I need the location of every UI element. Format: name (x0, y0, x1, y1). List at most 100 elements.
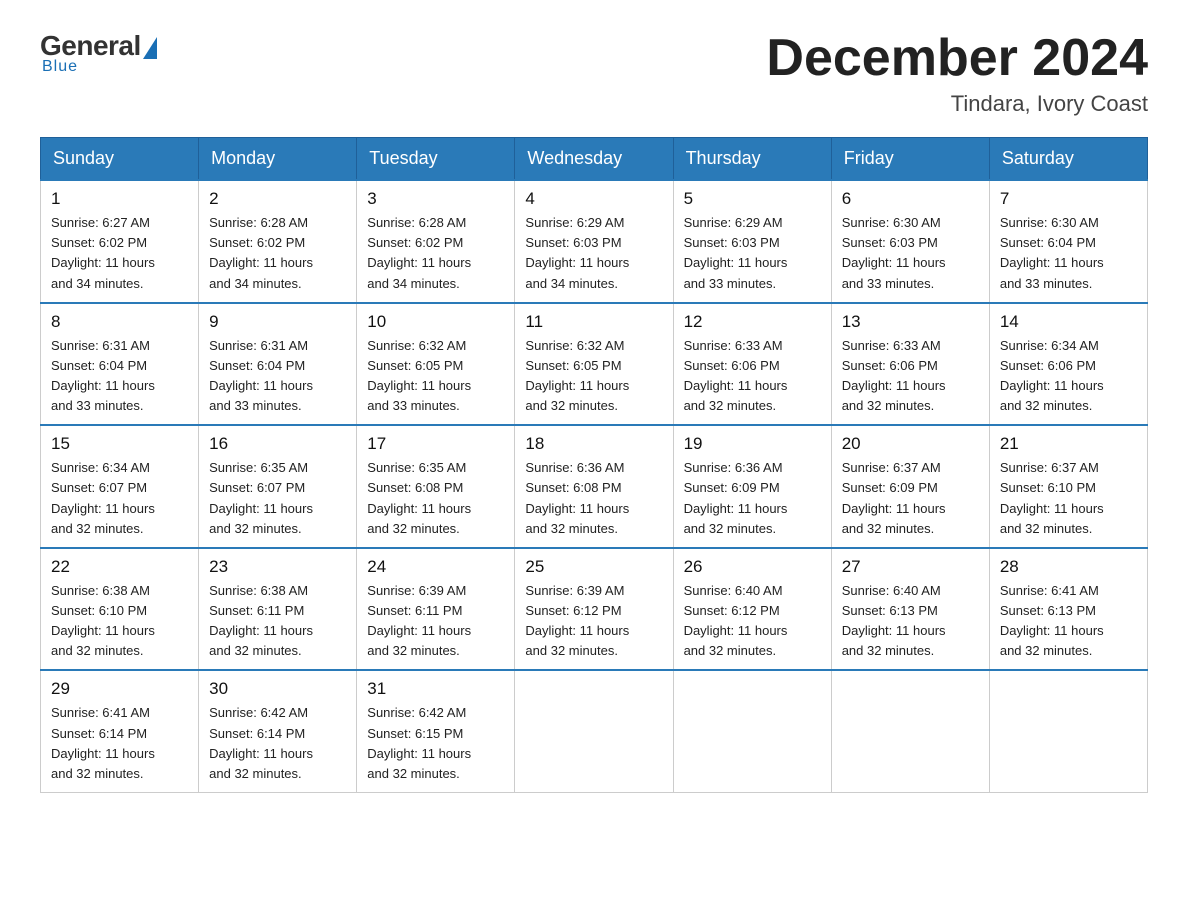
calendar-header-saturday: Saturday (989, 138, 1147, 181)
calendar-cell: 28 Sunrise: 6:41 AM Sunset: 6:13 PM Dayl… (989, 548, 1147, 671)
calendar-cell: 14 Sunrise: 6:34 AM Sunset: 6:06 PM Dayl… (989, 303, 1147, 426)
day-number: 8 (51, 312, 188, 332)
day-info: Sunrise: 6:28 AM Sunset: 6:02 PM Dayligh… (367, 213, 504, 294)
calendar-cell: 3 Sunrise: 6:28 AM Sunset: 6:02 PM Dayli… (357, 180, 515, 303)
calendar-cell: 7 Sunrise: 6:30 AM Sunset: 6:04 PM Dayli… (989, 180, 1147, 303)
calendar-cell: 26 Sunrise: 6:40 AM Sunset: 6:12 PM Dayl… (673, 548, 831, 671)
calendar-header-thursday: Thursday (673, 138, 831, 181)
day-info: Sunrise: 6:33 AM Sunset: 6:06 PM Dayligh… (684, 336, 821, 417)
day-number: 15 (51, 434, 188, 454)
day-info: Sunrise: 6:41 AM Sunset: 6:13 PM Dayligh… (1000, 581, 1137, 662)
day-info: Sunrise: 6:29 AM Sunset: 6:03 PM Dayligh… (525, 213, 662, 294)
day-number: 30 (209, 679, 346, 699)
calendar-cell: 19 Sunrise: 6:36 AM Sunset: 6:09 PM Dayl… (673, 425, 831, 548)
day-number: 11 (525, 312, 662, 332)
day-number: 19 (684, 434, 821, 454)
day-info: Sunrise: 6:31 AM Sunset: 6:04 PM Dayligh… (209, 336, 346, 417)
day-number: 31 (367, 679, 504, 699)
day-info: Sunrise: 6:42 AM Sunset: 6:15 PM Dayligh… (367, 703, 504, 784)
day-number: 26 (684, 557, 821, 577)
calendar-week-row: 22 Sunrise: 6:38 AM Sunset: 6:10 PM Dayl… (41, 548, 1148, 671)
calendar-cell: 16 Sunrise: 6:35 AM Sunset: 6:07 PM Dayl… (199, 425, 357, 548)
day-number: 16 (209, 434, 346, 454)
day-info: Sunrise: 6:36 AM Sunset: 6:08 PM Dayligh… (525, 458, 662, 539)
title-section: December 2024 Tindara, Ivory Coast (766, 30, 1148, 117)
calendar-header-wednesday: Wednesday (515, 138, 673, 181)
calendar-cell: 30 Sunrise: 6:42 AM Sunset: 6:14 PM Dayl… (199, 670, 357, 792)
day-number: 28 (1000, 557, 1137, 577)
day-info: Sunrise: 6:36 AM Sunset: 6:09 PM Dayligh… (684, 458, 821, 539)
day-info: Sunrise: 6:40 AM Sunset: 6:13 PM Dayligh… (842, 581, 979, 662)
day-number: 21 (1000, 434, 1137, 454)
calendar-cell: 2 Sunrise: 6:28 AM Sunset: 6:02 PM Dayli… (199, 180, 357, 303)
calendar-cell: 10 Sunrise: 6:32 AM Sunset: 6:05 PM Dayl… (357, 303, 515, 426)
day-number: 12 (684, 312, 821, 332)
day-info: Sunrise: 6:35 AM Sunset: 6:07 PM Dayligh… (209, 458, 346, 539)
day-info: Sunrise: 6:31 AM Sunset: 6:04 PM Dayligh… (51, 336, 188, 417)
calendar-cell: 31 Sunrise: 6:42 AM Sunset: 6:15 PM Dayl… (357, 670, 515, 792)
day-info: Sunrise: 6:27 AM Sunset: 6:02 PM Dayligh… (51, 213, 188, 294)
day-info: Sunrise: 6:29 AM Sunset: 6:03 PM Dayligh… (684, 213, 821, 294)
day-info: Sunrise: 6:30 AM Sunset: 6:04 PM Dayligh… (1000, 213, 1137, 294)
day-number: 4 (525, 189, 662, 209)
calendar-cell (515, 670, 673, 792)
day-number: 14 (1000, 312, 1137, 332)
calendar-cell: 11 Sunrise: 6:32 AM Sunset: 6:05 PM Dayl… (515, 303, 673, 426)
calendar-cell: 15 Sunrise: 6:34 AM Sunset: 6:07 PM Dayl… (41, 425, 199, 548)
day-number: 27 (842, 557, 979, 577)
day-number: 29 (51, 679, 188, 699)
day-info: Sunrise: 6:40 AM Sunset: 6:12 PM Dayligh… (684, 581, 821, 662)
calendar-cell: 8 Sunrise: 6:31 AM Sunset: 6:04 PM Dayli… (41, 303, 199, 426)
day-info: Sunrise: 6:30 AM Sunset: 6:03 PM Dayligh… (842, 213, 979, 294)
day-number: 7 (1000, 189, 1137, 209)
calendar-cell: 17 Sunrise: 6:35 AM Sunset: 6:08 PM Dayl… (357, 425, 515, 548)
calendar-week-row: 15 Sunrise: 6:34 AM Sunset: 6:07 PM Dayl… (41, 425, 1148, 548)
calendar-cell: 5 Sunrise: 6:29 AM Sunset: 6:03 PM Dayli… (673, 180, 831, 303)
calendar-week-row: 29 Sunrise: 6:41 AM Sunset: 6:14 PM Dayl… (41, 670, 1148, 792)
calendar-header-sunday: Sunday (41, 138, 199, 181)
day-number: 25 (525, 557, 662, 577)
day-number: 22 (51, 557, 188, 577)
day-number: 18 (525, 434, 662, 454)
day-number: 6 (842, 189, 979, 209)
day-number: 5 (684, 189, 821, 209)
calendar-cell: 4 Sunrise: 6:29 AM Sunset: 6:03 PM Dayli… (515, 180, 673, 303)
calendar-week-row: 1 Sunrise: 6:27 AM Sunset: 6:02 PM Dayli… (41, 180, 1148, 303)
calendar-cell: 22 Sunrise: 6:38 AM Sunset: 6:10 PM Dayl… (41, 548, 199, 671)
logo: General Blue (40, 30, 157, 76)
day-info: Sunrise: 6:42 AM Sunset: 6:14 PM Dayligh… (209, 703, 346, 784)
calendar-header-row: SundayMondayTuesdayWednesdayThursdayFrid… (41, 138, 1148, 181)
day-info: Sunrise: 6:41 AM Sunset: 6:14 PM Dayligh… (51, 703, 188, 784)
page-header: General Blue December 2024 Tindara, Ivor… (40, 30, 1148, 117)
day-info: Sunrise: 6:33 AM Sunset: 6:06 PM Dayligh… (842, 336, 979, 417)
calendar-cell: 23 Sunrise: 6:38 AM Sunset: 6:11 PM Dayl… (199, 548, 357, 671)
day-info: Sunrise: 6:37 AM Sunset: 6:10 PM Dayligh… (1000, 458, 1137, 539)
calendar-cell: 20 Sunrise: 6:37 AM Sunset: 6:09 PM Dayl… (831, 425, 989, 548)
calendar-cell (989, 670, 1147, 792)
day-info: Sunrise: 6:32 AM Sunset: 6:05 PM Dayligh… (525, 336, 662, 417)
day-number: 1 (51, 189, 188, 209)
day-info: Sunrise: 6:34 AM Sunset: 6:06 PM Dayligh… (1000, 336, 1137, 417)
month-title: December 2024 (766, 30, 1148, 87)
calendar-table: SundayMondayTuesdayWednesdayThursdayFrid… (40, 137, 1148, 793)
day-number: 9 (209, 312, 346, 332)
calendar-cell (673, 670, 831, 792)
calendar-cell: 6 Sunrise: 6:30 AM Sunset: 6:03 PM Dayli… (831, 180, 989, 303)
calendar-cell: 9 Sunrise: 6:31 AM Sunset: 6:04 PM Dayli… (199, 303, 357, 426)
day-number: 17 (367, 434, 504, 454)
day-info: Sunrise: 6:37 AM Sunset: 6:09 PM Dayligh… (842, 458, 979, 539)
calendar-cell (831, 670, 989, 792)
day-info: Sunrise: 6:39 AM Sunset: 6:11 PM Dayligh… (367, 581, 504, 662)
day-info: Sunrise: 6:35 AM Sunset: 6:08 PM Dayligh… (367, 458, 504, 539)
calendar-cell: 24 Sunrise: 6:39 AM Sunset: 6:11 PM Dayl… (357, 548, 515, 671)
day-number: 2 (209, 189, 346, 209)
day-info: Sunrise: 6:32 AM Sunset: 6:05 PM Dayligh… (367, 336, 504, 417)
calendar-cell: 12 Sunrise: 6:33 AM Sunset: 6:06 PM Dayl… (673, 303, 831, 426)
calendar-cell: 21 Sunrise: 6:37 AM Sunset: 6:10 PM Dayl… (989, 425, 1147, 548)
day-number: 20 (842, 434, 979, 454)
day-number: 23 (209, 557, 346, 577)
calendar-cell: 25 Sunrise: 6:39 AM Sunset: 6:12 PM Dayl… (515, 548, 673, 671)
calendar-cell: 27 Sunrise: 6:40 AM Sunset: 6:13 PM Dayl… (831, 548, 989, 671)
day-info: Sunrise: 6:34 AM Sunset: 6:07 PM Dayligh… (51, 458, 188, 539)
day-info: Sunrise: 6:38 AM Sunset: 6:10 PM Dayligh… (51, 581, 188, 662)
